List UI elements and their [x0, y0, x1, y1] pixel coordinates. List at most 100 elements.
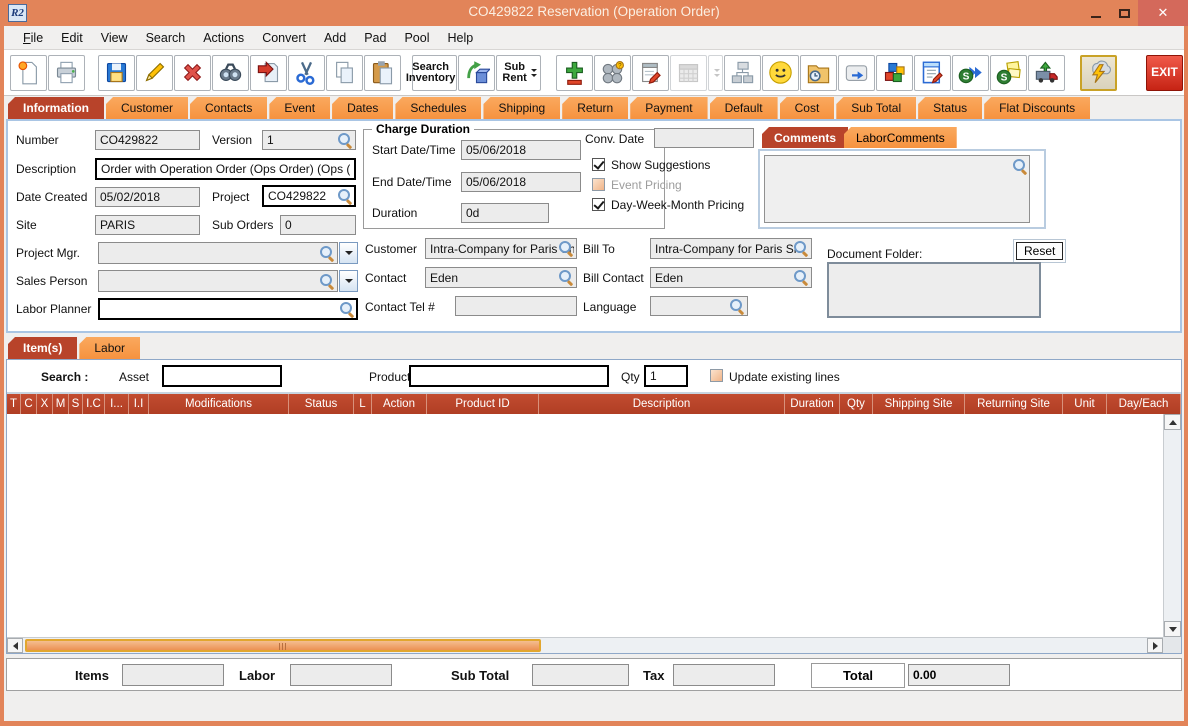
project-mgr-lookup-icon[interactable] — [320, 246, 335, 261]
maximize-button[interactable] — [1110, 0, 1138, 26]
menu-edit[interactable]: Edit — [52, 28, 92, 48]
tab-shipping[interactable]: Shipping — [483, 97, 561, 119]
tab-items[interactable]: Item(s) — [8, 337, 78, 359]
reset-button[interactable]: Reset — [1016, 242, 1064, 260]
col-day-each[interactable]: Day/Each — [1107, 394, 1181, 414]
duration-field[interactable] — [461, 203, 549, 223]
scroll-down-button[interactable] — [1164, 621, 1181, 637]
menu-file[interactable]: File — [14, 28, 52, 48]
language-lookup-icon[interactable] — [730, 299, 745, 314]
transport-button[interactable] — [1028, 54, 1065, 91]
col-ic[interactable]: I.C — [83, 394, 105, 414]
contact-lookup-icon[interactable] — [559, 270, 574, 285]
col-l[interactable]: L — [354, 394, 372, 414]
grid-body[interactable] — [7, 414, 1163, 637]
col-c[interactable]: C — [21, 394, 37, 414]
find-button[interactable] — [212, 54, 249, 91]
tab-schedules[interactable]: Schedules — [395, 97, 482, 119]
menu-pad[interactable]: Pad — [355, 28, 395, 48]
smiley-button[interactable] — [762, 54, 799, 91]
conv-date-field[interactable] — [654, 128, 754, 148]
convert-button[interactable] — [458, 54, 496, 91]
col-i-dots[interactable]: I... — [105, 394, 129, 414]
document-folder-box[interactable] — [827, 262, 1041, 318]
bill-contact-lookup-icon[interactable] — [794, 270, 809, 285]
menu-pool[interactable]: Pool — [395, 28, 438, 48]
col-ii[interactable]: I.I — [129, 394, 149, 414]
copy-special-button[interactable] — [250, 54, 287, 91]
col-t[interactable]: T — [7, 394, 21, 414]
key-send-button[interactable] — [838, 54, 875, 91]
tab-labor-comments[interactable]: LaborComments — [844, 127, 957, 148]
product-input[interactable] — [409, 365, 609, 387]
version-lookup-icon[interactable] — [338, 133, 353, 148]
print-button[interactable] — [48, 54, 85, 91]
number-field[interactable] — [95, 130, 200, 150]
tab-information[interactable]: Information — [8, 97, 104, 119]
tab-status[interactable]: Status — [918, 97, 983, 119]
org-chart-button[interactable] — [724, 54, 761, 91]
bill-to-field[interactable] — [650, 238, 812, 259]
blocks-button[interactable] — [876, 54, 913, 91]
scrollbar-thumb[interactable] — [25, 639, 541, 652]
labor-planner-field[interactable] — [98, 298, 358, 320]
menu-search[interactable]: Search — [137, 28, 195, 48]
sales-person-field[interactable] — [98, 270, 338, 292]
sales-person-dropdown[interactable] — [339, 270, 358, 292]
col-description[interactable]: Description — [539, 394, 785, 414]
quick-action-button[interactable] — [1080, 54, 1117, 91]
col-m[interactable]: M — [53, 394, 69, 414]
menu-convert[interactable]: Convert — [253, 28, 315, 48]
folder-time-button[interactable] — [800, 54, 837, 91]
money-notes-button[interactable]: S — [990, 54, 1027, 91]
scroll-up-button[interactable] — [1164, 414, 1181, 430]
description-field[interactable] — [95, 158, 356, 180]
menu-add[interactable]: Add — [315, 28, 355, 48]
close-button[interactable]: ✕ — [1138, 0, 1188, 26]
tab-labor[interactable]: Labor — [79, 337, 141, 359]
add-remove-button[interactable] — [556, 54, 593, 91]
menu-help[interactable]: Help — [439, 28, 483, 48]
scroll-left-button[interactable] — [7, 638, 23, 653]
tab-default[interactable]: Default — [709, 97, 778, 119]
update-existing-checkbox[interactable] — [710, 369, 723, 382]
project-mgr-dropdown[interactable] — [339, 242, 358, 264]
money-forward-button[interactable]: S — [952, 54, 989, 91]
customer-lookup-icon[interactable] — [559, 241, 574, 256]
delete-button[interactable] — [174, 54, 211, 91]
col-s[interactable]: S — [69, 394, 83, 414]
col-status[interactable]: Status — [289, 394, 354, 414]
edit-button[interactable] — [136, 54, 173, 91]
paste-button[interactable] — [364, 54, 401, 91]
tab-event[interactable]: Event — [269, 97, 331, 119]
menu-view[interactable]: View — [92, 28, 137, 48]
new-button[interactable] — [10, 54, 47, 91]
tab-return[interactable]: Return — [562, 97, 629, 119]
date-created-field[interactable] — [95, 187, 200, 207]
col-modifications[interactable]: Modifications — [149, 394, 289, 414]
col-x[interactable]: X — [37, 394, 53, 414]
col-duration[interactable]: Duration — [785, 394, 840, 414]
bill-to-lookup-icon[interactable] — [794, 241, 809, 256]
exit-button[interactable]: EXIT — [1146, 54, 1183, 91]
copy-button[interactable] — [326, 54, 363, 91]
horizontal-scrollbar[interactable] — [7, 637, 1163, 653]
save-button[interactable] — [98, 54, 135, 91]
notepad-button[interactable] — [632, 54, 669, 91]
labor-planner-lookup-icon[interactable] — [340, 302, 355, 317]
sub-rent-dropdown-icon[interactable] — [530, 68, 537, 77]
show-suggestions-checkbox[interactable] — [592, 158, 605, 171]
search-inventory-button[interactable]: Search Inventory — [406, 54, 466, 91]
tab-dates[interactable]: Dates — [332, 97, 394, 119]
project-lookup-icon[interactable] — [338, 189, 353, 204]
col-product-id[interactable]: Product ID — [427, 394, 539, 414]
sub-rent-button[interactable]: Sub Rent — [496, 54, 541, 91]
col-unit[interactable]: Unit — [1063, 394, 1107, 414]
asset-input[interactable] — [162, 365, 282, 387]
comments-textarea[interactable] — [764, 155, 1030, 223]
contact-field[interactable] — [425, 267, 577, 288]
tab-comments[interactable]: Comments — [762, 127, 849, 148]
tab-payment[interactable]: Payment — [630, 97, 708, 119]
start-date-field[interactable] — [461, 140, 581, 160]
col-action[interactable]: Action — [372, 394, 427, 414]
